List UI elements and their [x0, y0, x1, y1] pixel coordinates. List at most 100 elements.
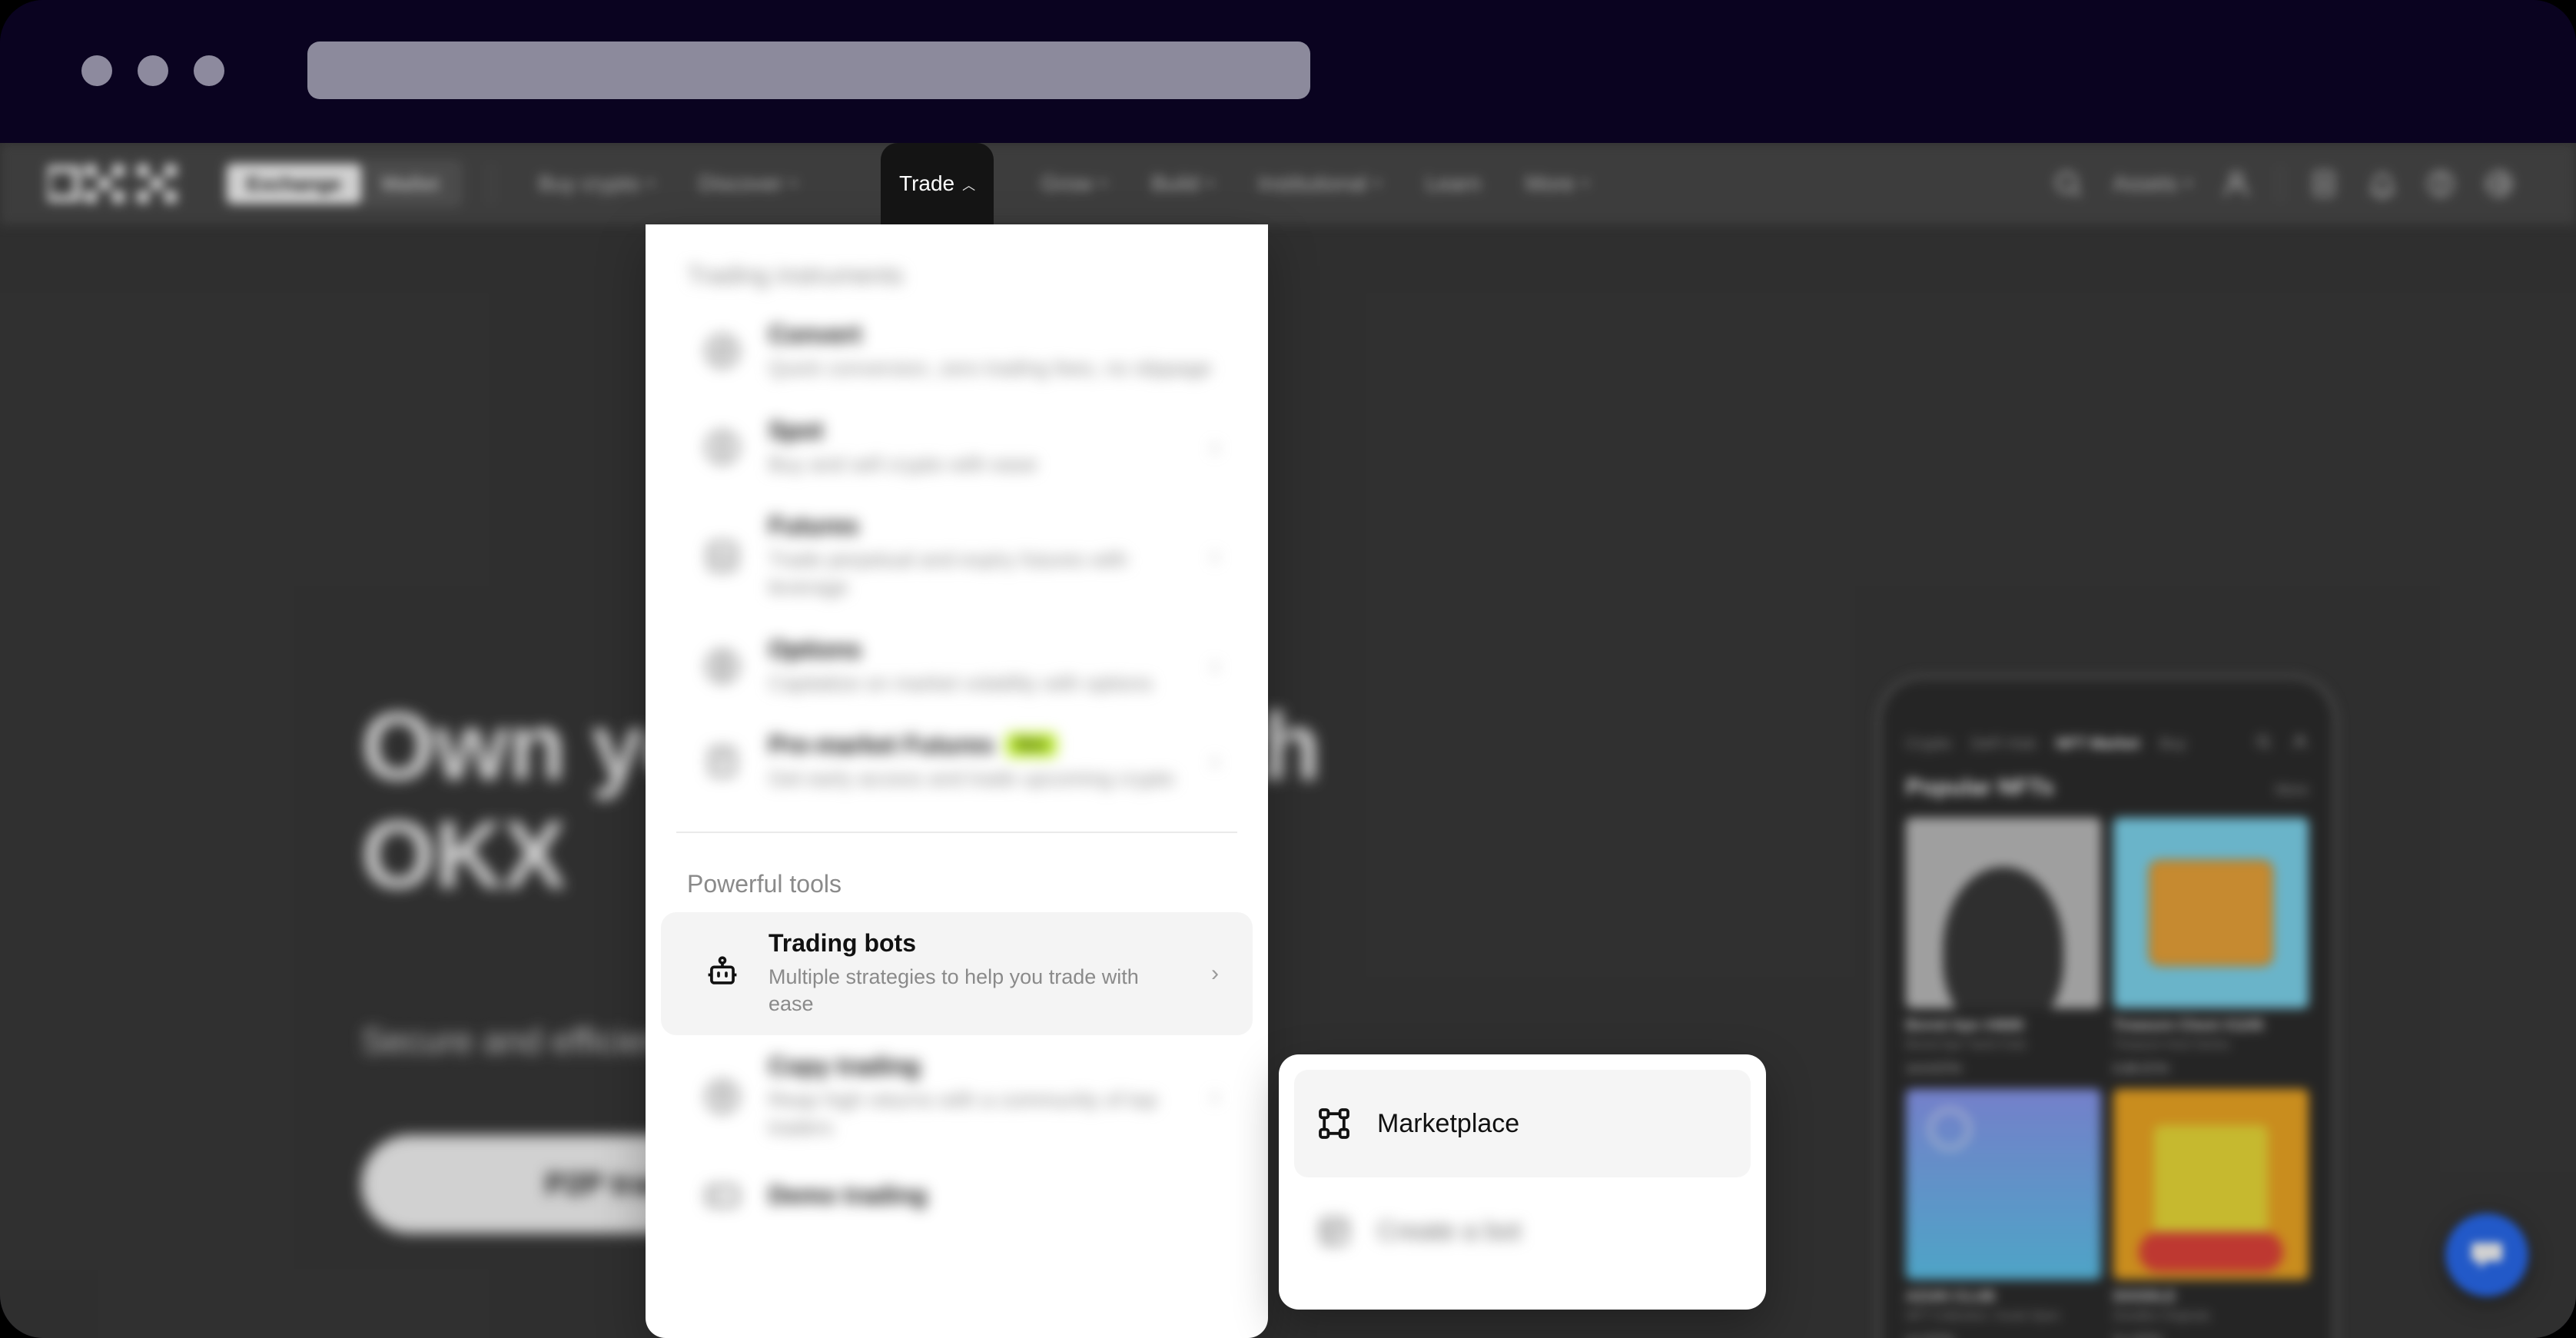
premarket-icon	[702, 742, 742, 782]
maximize-window-button[interactable]	[194, 55, 224, 86]
nft-card[interactable]: Bored Ape #4680 Bored Ape Yacht Club 14.…	[1906, 818, 2101, 1077]
menu-item-futures[interactable]: Futures Trade perpetual and expiry futur…	[661, 495, 1253, 618]
menu-item-spot[interactable]: Spot Buy and sell crypto with ease ›	[661, 400, 1253, 496]
nav-label: Build	[1151, 171, 1200, 195]
menu-item-options[interactable]: Options Capitalize on market volatility …	[661, 619, 1253, 715]
menu-item-description: Get early access and trade upcoming cryp…	[768, 767, 1175, 791]
nav-item-buy-crypto[interactable]: Buy crypto ▾	[520, 143, 672, 224]
create-bot-icon	[1316, 1213, 1353, 1250]
nft-artwork	[1906, 818, 2101, 1008]
address-bar[interactable]	[307, 42, 1310, 99]
nav-label: Institutional	[1258, 171, 1367, 195]
submenu-item-label: Create a bot	[1377, 1216, 1522, 1246]
nav-item-institutional[interactable]: Institutional ▾	[1240, 143, 1399, 224]
globe-settings-icon[interactable]	[2470, 154, 2528, 213]
nav-label: Buy crypto	[538, 171, 640, 195]
nft-artwork	[2113, 818, 2309, 1008]
nodes-grid-icon	[1316, 1105, 1353, 1142]
nft-card[interactable]: DOODLE Doodles Originals 3.1 ETH	[2113, 1089, 2309, 1338]
phone-tab-defi-hub[interactable]: DeFi Hub	[1971, 735, 2036, 753]
phone-section-more-link[interactable]: More	[2276, 782, 2309, 799]
convert-icon	[702, 331, 742, 371]
product-switch[interactable]: Exchange Wallet	[223, 160, 463, 208]
phone-user-icon[interactable]	[2292, 733, 2309, 755]
phone-search-icon[interactable]	[2255, 733, 2272, 755]
menu-item-title: Trading bots	[768, 928, 916, 957]
submenu-item-marketplace[interactable]: Marketplace	[1294, 1070, 1751, 1177]
browser-titlebar	[0, 0, 2576, 143]
nav-item-learn[interactable]: Learn	[1407, 143, 1499, 224]
phone-tab-bar[interactable]: Crypto DeFi Hub NFT Market Buy	[1906, 733, 2309, 755]
switch-wallet[interactable]: Wallet	[361, 164, 460, 204]
menu-item-convert[interactable]: Convert Quick conversion, zero trading f…	[661, 304, 1253, 400]
menu-item-description: Multiple strategies to help you trade wi…	[768, 964, 1139, 1016]
nft-collection: Treasure Hunt Series	[2113, 1038, 2230, 1051]
chevron-up-icon: ︿	[962, 178, 976, 193]
nft-card[interactable]: AZUKI CLUB NFT Collection / Azuki Open 4…	[1906, 1089, 2101, 1338]
nft-collection: NFT Collection / Azuki Open	[1906, 1310, 2060, 1323]
nav-item-build[interactable]: Build ▾	[1133, 143, 1232, 224]
chevron-right-icon: ›	[1211, 433, 1219, 460]
nft-name: Bored Ape #4680	[1906, 1018, 2024, 1034]
trading-bots-submenu: Marketplace Create a bot	[1279, 1054, 1766, 1310]
switch-exchange[interactable]: Exchange	[227, 164, 361, 204]
window-controls[interactable]	[81, 55, 224, 86]
assets-menu[interactable]: Assets ▾	[2097, 171, 2207, 196]
nft-artwork	[1906, 1089, 2101, 1280]
menu-item-title: Demo trading	[768, 1180, 928, 1209]
chevron-down-icon: ▾	[2185, 176, 2192, 191]
chevron-right-icon: ›	[1211, 960, 1219, 986]
nav-label: Discover	[699, 171, 783, 195]
nft-price: 4.2 ETH	[1906, 1333, 2101, 1338]
menu-item-title: Convert	[768, 320, 861, 348]
minimize-window-button[interactable]	[138, 55, 168, 86]
trade-dropdown-panel: Trading instruments Convert Quick conver…	[646, 224, 1268, 1338]
menu-item-description: Reap high returns with a community of to…	[768, 1088, 1157, 1139]
nav-label: Trade	[899, 171, 955, 195]
nft-name: DOODLE	[2113, 1289, 2176, 1305]
chevron-down-icon: ▾	[1207, 176, 1213, 191]
phone-section-header: Popular NFTs More	[1906, 775, 2309, 801]
nav-label: Learn	[1426, 171, 1481, 195]
phone-tab-crypto[interactable]: Crypto	[1906, 735, 1951, 753]
nft-name: AZUKI CLUB	[1906, 1289, 1996, 1305]
user-icon[interactable]	[2207, 154, 2266, 213]
menu-item-pre-market-futures[interactable]: Pre-market Futures New Get early access …	[661, 714, 1253, 810]
nft-artwork	[2113, 1089, 2309, 1280]
menu-item-demo-trading[interactable]: Demo trading	[661, 1158, 1253, 1232]
dropdown-section-title-tools: Powerful tools	[687, 869, 842, 898]
submenu-item-label: Marketplace	[1377, 1108, 1520, 1138]
nft-price: 3.1 ETH	[2113, 1333, 2309, 1338]
menu-item-copy-trading[interactable]: Copy trading Reap high returns with a co…	[661, 1035, 1253, 1158]
nft-card[interactable]: Treasure Chest #1245 Treasure Hunt Serie…	[2113, 818, 2309, 1077]
phone-mockup: Crypto DeFi Hub NFT Market Buy Popular N…	[1877, 675, 2338, 1338]
futures-icon	[702, 536, 742, 576]
search-icon[interactable]	[2039, 154, 2097, 213]
bell-icon[interactable]	[2353, 154, 2412, 213]
phone-tab-nft-market[interactable]: NFT Market	[2056, 735, 2139, 753]
nav-item-grow[interactable]: Grow ▾	[1023, 143, 1125, 224]
menu-item-description: Trade perpetual and expiry futures with …	[768, 548, 1128, 599]
chevron-right-icon: ›	[1211, 749, 1219, 775]
download-app-icon[interactable]	[2295, 154, 2353, 213]
submenu-item-create-a-bot[interactable]: Create a bot	[1294, 1177, 1751, 1285]
chevron-down-icon: ▾	[647, 176, 655, 191]
menu-item-trading-bots[interactable]: Trading bots Multiple strategies to help…	[661, 911, 1253, 1035]
phone-section-title: Popular NFTs	[1906, 775, 2054, 800]
chevron-right-icon: ›	[1211, 652, 1219, 679]
menu-item-description: Buy and sell crypto with ease	[768, 452, 1037, 476]
chat-bubble-icon	[2471, 1243, 2502, 1269]
nav-label: Grow	[1041, 171, 1093, 195]
okx-logo[interactable]	[48, 164, 191, 203]
chat-support-button[interactable]	[2445, 1213, 2528, 1296]
help-circle-icon[interactable]	[2412, 154, 2470, 213]
site-header: Exchange Wallet Buy crypto ▾ Discover ▾ …	[0, 143, 2576, 224]
nav-item-discover[interactable]: Discover ▾	[680, 143, 815, 224]
main-navigation: Buy crypto ▾ Discover ▾ Grow ▾ Build ▾ I…	[520, 143, 1607, 224]
nav-item-more[interactable]: More ▾	[1507, 143, 1607, 224]
page-viewport: Own your crypto with OKX Secure and effi…	[0, 143, 2576, 1338]
phone-tab-buy[interactable]: Buy	[2159, 735, 2186, 753]
chevron-down-icon: ▾	[1374, 176, 1382, 191]
close-window-button[interactable]	[81, 55, 112, 86]
nav-item-trade[interactable]: Trade ︿	[881, 143, 994, 224]
